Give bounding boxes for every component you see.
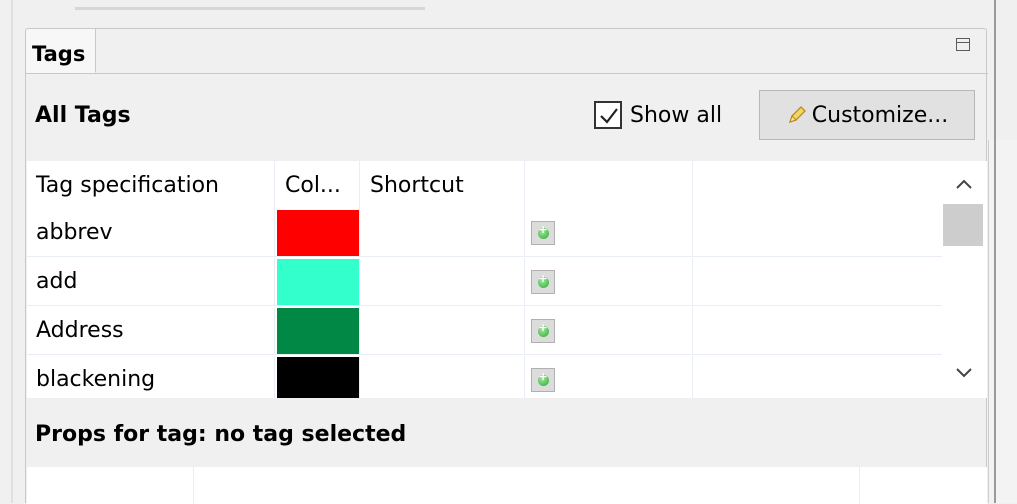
add-icon xyxy=(537,370,549,386)
props-column xyxy=(194,467,860,504)
filler-cell xyxy=(693,209,942,256)
pencil-icon xyxy=(788,106,806,123)
add-button[interactable] xyxy=(531,221,555,245)
props-title: Props for tag: no tag selected xyxy=(35,422,407,447)
color-swatch[interactable] xyxy=(277,210,359,256)
tags-table-area: Tag specification Col... Shortcut abbrev… xyxy=(27,161,987,398)
customize-label: Customize... xyxy=(811,102,949,128)
table-row[interactable]: add xyxy=(27,258,942,306)
color-cell[interactable] xyxy=(275,356,360,398)
filler-cell xyxy=(693,356,942,398)
shortcut-cell[interactable] xyxy=(360,307,525,354)
add-button[interactable] xyxy=(531,368,555,392)
add-icon xyxy=(537,272,549,288)
table-header: Tag specification Col... Shortcut xyxy=(27,161,942,209)
column-header-tag-specification[interactable]: Tag specification xyxy=(27,161,275,209)
tags-table: Tag specification Col... Shortcut abbrev… xyxy=(27,161,942,398)
add-cell xyxy=(525,209,693,256)
column-header-add[interactable] xyxy=(525,161,693,209)
section-title: All Tags xyxy=(35,103,131,128)
scroll-thumb[interactable] xyxy=(943,204,983,246)
color-swatch[interactable] xyxy=(277,259,359,305)
filler-cell xyxy=(693,307,942,354)
color-swatch[interactable] xyxy=(277,357,359,398)
show-all-label: Show all xyxy=(630,102,723,128)
shortcut-cell[interactable] xyxy=(360,258,525,305)
color-cell[interactable] xyxy=(275,258,360,305)
tab-tags[interactable]: Tags xyxy=(26,29,96,73)
column-header-color[interactable]: Col... xyxy=(275,161,360,209)
column-header-shortcut[interactable]: Shortcut xyxy=(360,161,525,209)
right-panel-edge xyxy=(988,140,1017,503)
table-row[interactable]: blackening xyxy=(27,356,942,398)
chevron-up-icon[interactable] xyxy=(952,173,976,197)
props-column xyxy=(27,467,194,504)
add-icon xyxy=(537,321,549,337)
show-all-toggle[interactable]: Show all xyxy=(594,98,722,132)
tags-view: Tags All Tags Show all Customize... Tag … xyxy=(25,28,988,504)
color-cell[interactable] xyxy=(275,307,360,354)
add-button[interactable] xyxy=(531,319,555,343)
table-row[interactable]: abbrev xyxy=(27,209,942,257)
column-header-filler xyxy=(693,161,942,209)
add-cell xyxy=(525,307,693,354)
customize-button[interactable]: Customize... xyxy=(759,90,975,140)
add-icon xyxy=(537,223,549,239)
add-cell xyxy=(525,258,693,305)
add-cell xyxy=(525,356,693,398)
chevron-down-icon[interactable] xyxy=(952,360,976,384)
filler-cell xyxy=(693,258,942,305)
shortcut-cell[interactable] xyxy=(360,356,525,398)
shortcut-cell[interactable] xyxy=(360,209,525,256)
color-swatch[interactable] xyxy=(277,308,359,354)
checkmark-icon xyxy=(600,108,618,124)
tag-cell[interactable]: abbrev xyxy=(27,209,275,256)
sash-divider[interactable] xyxy=(994,0,996,503)
table-row[interactable]: Address xyxy=(27,307,942,355)
left-window-edge xyxy=(11,0,13,503)
show-all-checkbox[interactable] xyxy=(594,101,622,129)
top-toolbar-strip xyxy=(75,0,425,10)
props-table xyxy=(27,467,987,504)
tag-cell[interactable]: blackening xyxy=(27,356,275,398)
color-cell[interactable] xyxy=(275,209,360,256)
tab-tags-label: Tags xyxy=(32,42,86,66)
table-scrollbar[interactable] xyxy=(942,161,987,398)
tag-cell[interactable]: Address xyxy=(27,307,275,354)
minimize-icon[interactable] xyxy=(956,38,970,51)
tabstrip-divider xyxy=(26,73,988,74)
tag-cell[interactable]: add xyxy=(27,258,275,305)
add-button[interactable] xyxy=(531,270,555,294)
